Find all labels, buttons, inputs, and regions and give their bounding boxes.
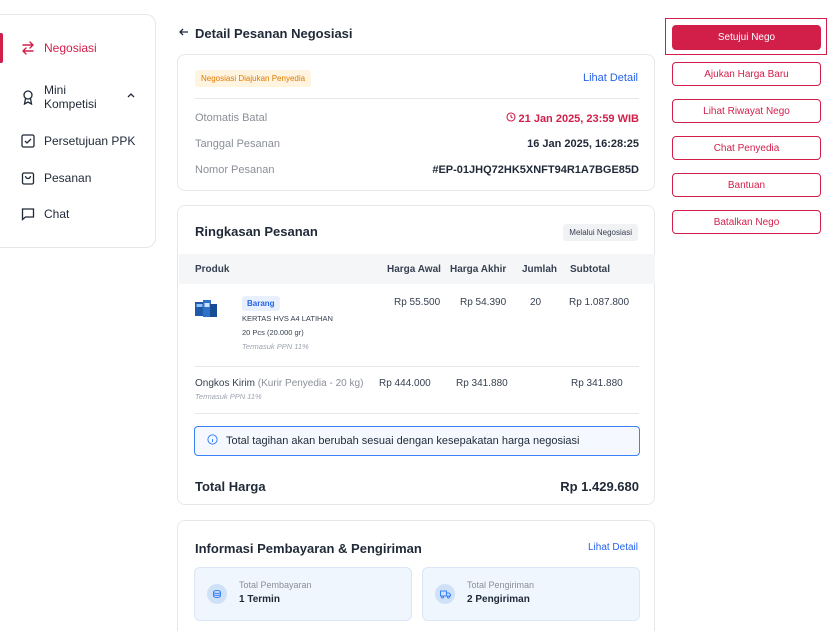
- method-chip: Melalui Negosiasi: [563, 224, 638, 241]
- col-subtotal: Subtotal: [570, 264, 610, 275]
- sidebar-item-label: Mini Kompetisi: [44, 83, 97, 111]
- info-icon: [207, 434, 218, 448]
- chat-bubble-icon: [20, 206, 36, 222]
- shipping-label: Ongkos Kirim (Kurir Penyedia - 20 kg): [195, 378, 364, 389]
- check-square-icon: [20, 133, 36, 149]
- total-payment-box[interactable]: Total Pembayaran 1 Termin: [194, 567, 412, 621]
- detail-link[interactable]: Lihat Detail: [583, 72, 638, 84]
- product-harga-akhir: Rp 54.390: [460, 297, 507, 308]
- product-name[interactable]: KERTAS HVS A4 LATIHAN: [242, 314, 333, 323]
- sidebar-item-label: Pesanan: [44, 171, 92, 185]
- divider: [195, 98, 639, 99]
- sidebar-item-chat[interactable]: Chat: [0, 200, 156, 228]
- product-variant: 20 Pcs (20.000 gr): [242, 328, 304, 337]
- chat-vendor-button[interactable]: Chat Penyedia: [672, 136, 821, 160]
- section-title: Informasi Pembayaran & Pengiriman: [195, 541, 422, 556]
- total-shipping-box[interactable]: Total Pengiriman 2 Pengiriman: [422, 567, 640, 621]
- swap-arrows-icon: [20, 40, 36, 56]
- ribbon-award-icon: [20, 89, 36, 105]
- product-subtotal: Rp 1.087.800: [569, 297, 630, 308]
- sidebar-item-mini-kompetisi[interactable]: Mini Kompetisi: [0, 79, 156, 115]
- sidebar-item-pesanan[interactable]: Pesanan: [0, 164, 156, 192]
- detail-link[interactable]: Lihat Detail: [588, 542, 638, 553]
- order-date-row: Tanggal Pesanan 16 Jan 2025, 16:28:25: [195, 138, 639, 150]
- total-label: Total Harga: [195, 479, 266, 494]
- divider: [195, 413, 639, 414]
- clock-icon: [505, 112, 516, 125]
- shipping-subtotal: Rp 341.880: [571, 378, 623, 389]
- product-image[interactable]: [195, 300, 217, 318]
- total-row: Total Harga Rp 1.429.680: [195, 479, 639, 494]
- col-harga-akhir: Harga Akhir: [450, 264, 507, 275]
- sidebar-item-label: Chat: [44, 207, 70, 221]
- arrow-left-icon[interactable]: [178, 26, 190, 41]
- sidebar-item-persetujuan-ppk[interactable]: Persetujuan PPK: [0, 127, 156, 155]
- sidebar-item-label: Persetujuan PPK: [44, 134, 136, 148]
- truck-icon: [435, 584, 455, 604]
- auto-cancel-value: 21 Jan 2025, 23:59 WIB: [505, 112, 639, 125]
- product-type-tag: Barang: [242, 296, 280, 311]
- chevron-up-icon[interactable]: [126, 89, 136, 103]
- approve-nego-button[interactable]: Setujui Nego: [672, 25, 821, 50]
- shipping-tax-note: Termasuk PPN 11%: [195, 392, 262, 401]
- section-title: Ringkasan Pesanan: [195, 224, 318, 239]
- view-nego-history-button[interactable]: Lihat Riwayat Nego: [672, 99, 821, 123]
- coins-icon: [207, 584, 227, 604]
- help-button[interactable]: Bantuan: [672, 173, 821, 197]
- col-harga-awal: Harga Awal: [387, 264, 441, 275]
- cancel-nego-button[interactable]: Batalkan Nego: [672, 210, 821, 234]
- shipping-harga-akhir: Rp 341.880: [456, 378, 508, 389]
- product-harga-awal: Rp 55.500: [394, 297, 441, 308]
- shipping-harga-awal: Rp 444.000: [379, 378, 431, 389]
- product-jumlah: 20: [530, 297, 542, 308]
- status-badge: Negosiasi Diajukan Penyedia: [195, 70, 312, 87]
- order-number-row: Nomor Pesanan #EP-01JHQ72HK5XNFT94R1A7BG…: [195, 164, 639, 176]
- sidebar-item-negosiasi[interactable]: Negosiasi: [0, 33, 156, 63]
- shopping-bag-icon: [20, 170, 36, 186]
- divider: [195, 366, 639, 367]
- sidebar: Negosiasi Mini Kompetisi Persetujuan PPK…: [0, 14, 156, 248]
- total-value: Rp 1.429.680: [560, 479, 639, 494]
- page-title[interactable]: Detail Pesanan Negosiasi: [178, 26, 353, 41]
- order-summary-card: Ringkasan Pesanan Melalui Negosiasi Prod…: [177, 205, 655, 505]
- order-info-card: Negosiasi Diajukan Penyedia Lihat Detail…: [177, 54, 655, 191]
- price-change-notice: Total tagihan akan berubah sesuai dengan…: [194, 426, 640, 456]
- propose-new-price-button[interactable]: Ajukan Harga Baru: [672, 62, 821, 86]
- auto-cancel-row: Otomatis Batal 21 Jan 2025, 23:59 WIB: [195, 112, 639, 125]
- product-tax-note: Termasuk PPN 11%: [242, 342, 309, 351]
- sidebar-item-label: Negosiasi: [44, 41, 97, 55]
- col-produk: Produk: [195, 264, 230, 275]
- table-header: Produk Harga Awal Harga Akhir Jumlah Sub…: [179, 254, 655, 284]
- payment-shipping-card: Informasi Pembayaran & Pengiriman Lihat …: [177, 520, 655, 631]
- col-jumlah: Jumlah: [522, 264, 558, 275]
